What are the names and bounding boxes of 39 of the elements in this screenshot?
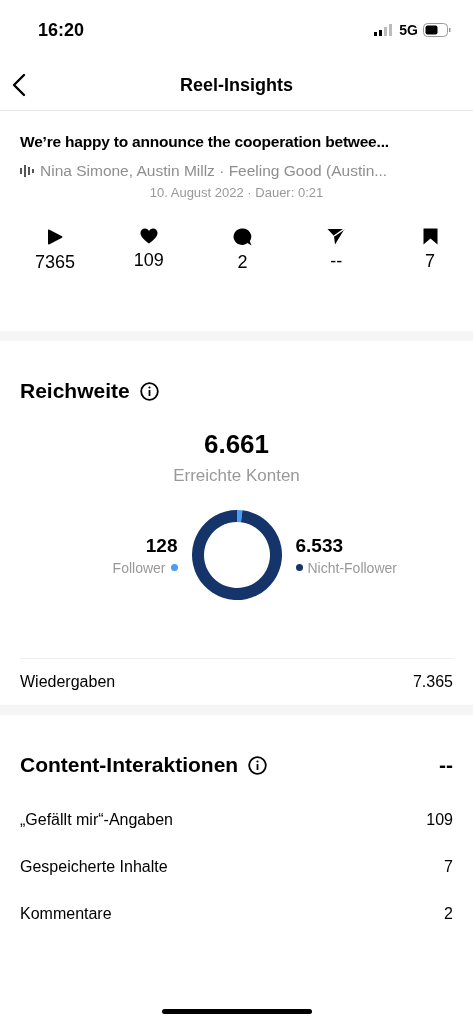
stat-value: 2 [237, 252, 248, 273]
reach-total: 6.661 [202, 429, 271, 460]
metric-value: 7 [444, 858, 453, 876]
send-icon [327, 228, 346, 245]
section-title: Content-Interaktionen [20, 753, 239, 777]
network-label: 5G [399, 22, 418, 38]
status-time: 16:20 [38, 19, 85, 41]
info-icon[interactable] [139, 381, 159, 401]
heart-icon [139, 228, 158, 244]
metric-value: 109 [426, 811, 453, 829]
comment-icon [233, 228, 252, 246]
stat-value: 7365 [34, 252, 75, 273]
legend-value: 128 [145, 534, 178, 557]
battery-icon [423, 23, 451, 37]
audio-track: Nina Simone, Austin Millz · Feeling Good (Austin... [40, 162, 388, 180]
metric-label: Kommentare [20, 905, 112, 923]
signal-icon [374, 24, 395, 36]
legend-label: Follower [112, 559, 166, 576]
legend-value: 6.533 [295, 534, 344, 557]
metric-value: 2 [444, 905, 453, 923]
page-title: Reel-Insights [180, 74, 293, 96]
stat-value: -- [330, 251, 343, 272]
play-icon [47, 228, 63, 246]
metric-value: 7.365 [412, 673, 453, 691]
stat-value: 7 [425, 251, 435, 272]
back-icon[interactable] [12, 73, 26, 97]
legend-label: Nicht-Follower [307, 559, 397, 576]
metric-label: Wiedergaben [20, 673, 116, 691]
metric-label: Gespeicherte Inhalte [20, 858, 168, 876]
post-meta: 10. August 2022 · Dauer: 0:21 [148, 185, 325, 200]
stat-value: 109 [133, 250, 164, 271]
metric-label: „Gefällt mir“-Angaben [20, 811, 173, 829]
bookmark-icon [422, 228, 438, 245]
post-caption: We’re happy to announce the cooperation betwee... [20, 133, 390, 151]
section-title: Reichweite [20, 379, 130, 403]
info-icon[interactable] [248, 755, 268, 775]
audio-wave-icon [20, 165, 34, 177]
section-total: -- [439, 753, 453, 777]
reach-total-label: Erreichte Konten [172, 466, 301, 486]
